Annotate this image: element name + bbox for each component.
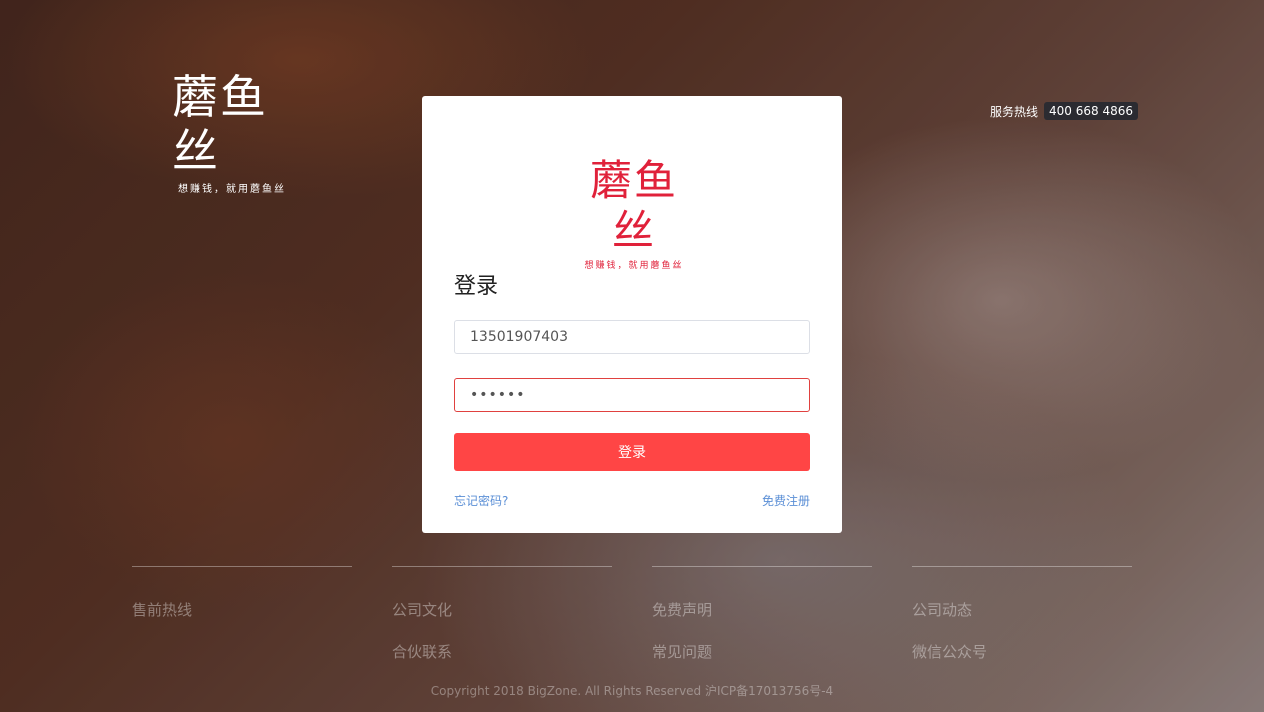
login-button[interactable]: 登录 [454,433,810,471]
login-title: 登录 [454,274,499,299]
hotline-label: 服务热线 [990,104,1039,119]
register-link[interactable]: 免费注册 [762,492,810,509]
footer-link-partner-contact[interactable]: 合伙联系 [392,641,612,662]
service-hotline: 服务热线 400 668 4866 [990,102,1138,120]
copyright-text: Copyright 2018 BigZone. All Rights Reser… [430,684,834,698]
footer-column-4: 公司动态 微信公众号 [912,566,1132,662]
footer-column-2: 公司文化 合伙联系 [392,566,612,662]
card-logo-wordmark: 蘑鱼丝 [589,156,678,255]
forgot-password-link[interactable]: 忘记密码? [454,492,508,509]
password-input[interactable]: •••••• [454,378,810,412]
footer-link-presales-hotline[interactable]: 售前热线 [132,599,352,620]
login-card: 蘑鱼丝 想赚钱，就用蘑鱼丝 登录 13501907403 •••••• 登录 忘… [422,96,842,533]
footer-column-1: 售前热线 [132,566,352,620]
card-logo-tagline: 想赚钱，就用蘑鱼丝 [584,261,684,271]
logo-tagline: 想赚钱，就用蘑鱼丝 [178,184,286,195]
phone-input[interactable]: 13501907403 [454,320,810,354]
footer-link-wechat[interactable]: 微信公众号 [912,641,1132,662]
header-logo[interactable]: 蘑鱼丝 想赚钱，就用蘑鱼丝 [172,70,312,195]
card-logo: 蘑鱼丝 想赚钱，就用蘑鱼丝 [569,156,699,271]
hotline-number: 400 668 4866 [1044,102,1138,120]
footer-column-3: 免费声明 常见问题 [652,566,872,662]
logo-wordmark: 蘑鱼丝 [172,70,268,178]
footer-link-disclaimer[interactable]: 免费声明 [652,599,872,620]
footer-link-company-news[interactable]: 公司动态 [912,599,1132,620]
footer-link-company-culture[interactable]: 公司文化 [392,599,612,620]
footer-link-faq[interactable]: 常见问题 [652,641,872,662]
